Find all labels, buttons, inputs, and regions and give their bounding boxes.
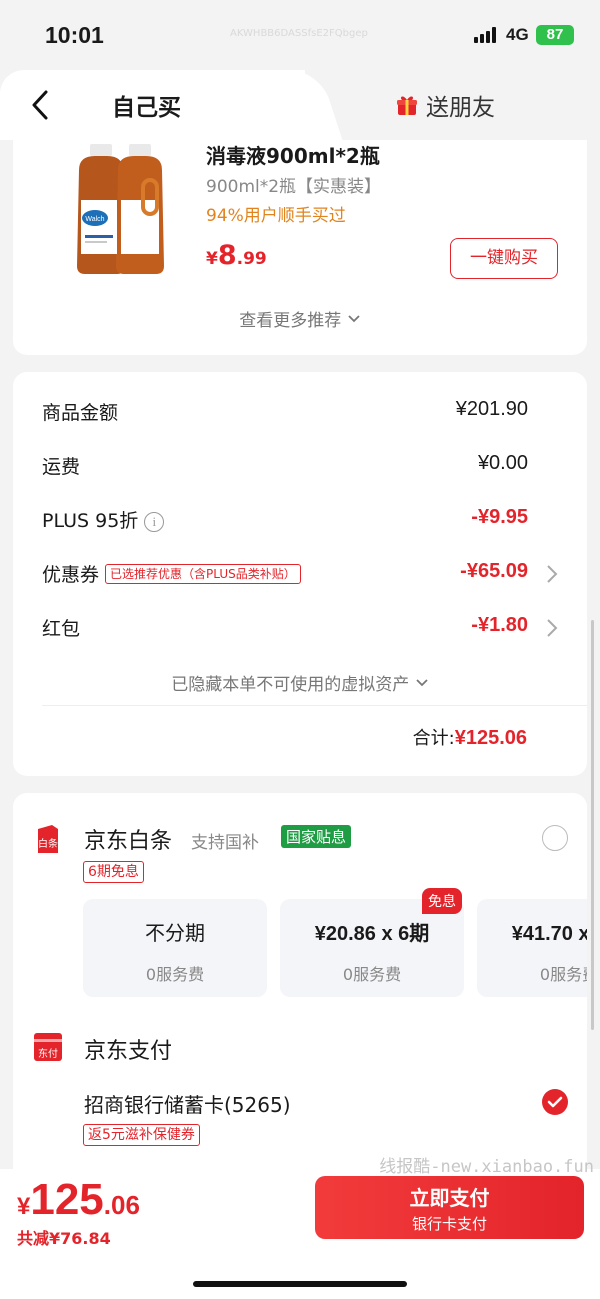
gov-subsidy-tag: 国家贴息 (281, 825, 352, 848)
more-recommend-link[interactable]: 查看更多推荐 (13, 306, 587, 331)
jdpay-icon-text: 东付 (38, 1047, 58, 1060)
product-spec: 900ml*2瓶【实惠装】 (206, 177, 382, 197)
divider (42, 705, 587, 706)
baitiao-radio[interactable] (542, 825, 568, 851)
one-click-buy-button[interactable]: 一键购买 (450, 238, 558, 279)
battery-icon: 87 (536, 25, 574, 45)
plus-discount-label-wrap: PLUS 95折 i (42, 506, 165, 533)
chevron-down-icon (348, 315, 360, 323)
final-price: ¥125.06 (17, 1175, 140, 1225)
product-title[interactable]: 消毒液900ml*2瓶 (206, 140, 380, 169)
signal-icon (474, 27, 500, 43)
tab-send-friend[interactable]: 送朋友 (396, 88, 495, 122)
installment-fee: 0服务费 (145, 965, 205, 984)
bank-card-check-icon[interactable] (542, 1089, 568, 1115)
summary-row-shipping: 运费 ¥0.00 (42, 452, 558, 482)
interest-free-tag: 6期免息 (83, 861, 144, 883)
redpacket-label: 红包 (42, 618, 81, 640)
summary-row-redpacket[interactable]: 红包 -¥1.80 (42, 614, 558, 644)
purchase-mode-tabs: 自己买 送朋友 (0, 70, 600, 140)
more-recommend-label: 查看更多推荐 (239, 311, 342, 331)
redpacket-value: -¥1.80 (471, 614, 528, 636)
chevron-right-icon[interactable] (546, 618, 558, 638)
baitiao-icon-text: 白条 (38, 837, 58, 850)
chevron-down-icon (416, 679, 428, 687)
top-watermark: AKWHBB6DASSfsE2FQbgep (230, 28, 368, 39)
bank-promo-tag: 返5元滋补保健券 (83, 1124, 200, 1146)
price-summary-card: 商品金额 ¥201.90 运费 ¥0.00 PLUS 95折 i -¥9.95 优… (13, 372, 587, 776)
installment-title: 不分期 (145, 921, 205, 945)
jdpay-name[interactable]: 京东支付 (84, 1033, 172, 1065)
coupon-tag: 已选推荐优惠（含PLUS品类补贴） (105, 564, 301, 584)
product-social-proof: 94%用户顺手买过 (206, 206, 346, 226)
final-price-int: 125 (30, 1175, 104, 1224)
total-label: 合计: (412, 728, 455, 749)
product-price-int: 8 (217, 240, 237, 271)
info-icon[interactable]: i (144, 512, 165, 532)
baitiao-name[interactable]: 京东白条 (84, 823, 172, 855)
plus-discount-value: -¥9.95 (471, 506, 528, 528)
coupon-label: 优惠券 (42, 564, 100, 586)
status-bar: 10:01 AKWHBB6DASSfsE2FQbgep 4G 87 (0, 0, 600, 70)
total-value: ¥125.06 (454, 727, 527, 749)
final-price-dec: .06 (103, 1190, 140, 1220)
gift-icon (397, 96, 417, 115)
goods-amount-value: ¥201.90 (455, 398, 528, 420)
status-time: 10:01 (45, 22, 104, 48)
order-total: 合计:¥125.06 (413, 724, 527, 750)
shipping-value: ¥0.00 (477, 452, 528, 474)
summary-row-plus: PLUS 95折 i -¥9.95 (42, 506, 558, 536)
recommended-product-card: Walch 消毒液900ml*2瓶 900ml*2瓶【实惠装】 94%用户顺手买… (13, 140, 587, 355)
installment-title: ¥20.86 x 6期 (314, 923, 430, 945)
installment-fee: 0服务费 (539, 965, 587, 984)
goods-amount-label: 商品金额 (42, 402, 119, 424)
installment-option-3[interactable]: ¥41.70 x 3期 0服务费 (477, 899, 587, 997)
interest-free-badge: 免息 (422, 888, 462, 914)
watermark: 线报酷-new.xianbao.fun (379, 1157, 594, 1177)
summary-row-goods: 商品金额 ¥201.90 (42, 398, 558, 428)
bank-card-label[interactable]: 招商银行储蓄卡(5265) (84, 1089, 291, 1118)
back-arrow-icon[interactable] (28, 88, 58, 122)
installment-option-none[interactable]: 不分期 0服务费 (83, 899, 267, 997)
checkout-bar: 线报酷-new.xianbao.fun ¥125.06 共减¥76.84 立即支… (0, 1157, 600, 1299)
tab-send-friend-label: 送朋友 (426, 95, 495, 121)
installment-title: ¥41.70 x 3期 (511, 923, 587, 945)
summary-row-coupon[interactable]: 优惠券 已选推荐优惠（含PLUS品类补贴） -¥65.09 (42, 560, 558, 590)
product-image[interactable]: Walch (43, 140, 185, 280)
battery-level: 87 (546, 26, 564, 43)
pay-method-label: 银行卡支付 (411, 1215, 487, 1233)
product-brand-text: Walch (85, 216, 104, 223)
pay-now-label: 立即支付 (409, 1186, 490, 1210)
pay-now-button[interactable]: 立即支付 银行卡支付 (315, 1176, 584, 1239)
chevron-right-icon[interactable] (546, 564, 558, 584)
home-indicator[interactable] (193, 1281, 407, 1287)
total-saved: 共减¥76.84 (17, 1229, 111, 1248)
coupon-value: -¥65.09 (460, 560, 528, 582)
baitiao-icon: 白条 (38, 825, 58, 853)
hidden-assets-label: 已隐藏本单不可使用的虚拟资产 (171, 675, 410, 695)
installment-fee: 0服务费 (342, 965, 402, 984)
product-price: ¥8.99 (206, 240, 267, 271)
final-price-symbol: ¥ (17, 1193, 31, 1220)
plus-discount-label: PLUS 95折 (42, 510, 139, 532)
product-price-dec: .99 (236, 249, 267, 269)
baitiao-sub: 支持国补 (191, 833, 259, 853)
scrollbar[interactable] (591, 620, 594, 1030)
jdpay-icon: 东付 (34, 1033, 62, 1061)
payment-methods-card: 白条 京东白条 支持国补 国家贴息 6期免息 不分期 0服务费 ¥20.86 x… (13, 793, 587, 1169)
product-price-symbol: ¥ (206, 249, 218, 269)
network-type: 4G (506, 25, 529, 44)
coupon-label-wrap: 优惠券 已选推荐优惠（含PLUS品类补贴） (42, 560, 301, 587)
shipping-label: 运费 (42, 456, 81, 478)
hidden-assets-toggle[interactable]: 已隐藏本单不可使用的虚拟资产 (13, 670, 587, 695)
tab-self-label[interactable]: 自己买 (112, 88, 181, 122)
